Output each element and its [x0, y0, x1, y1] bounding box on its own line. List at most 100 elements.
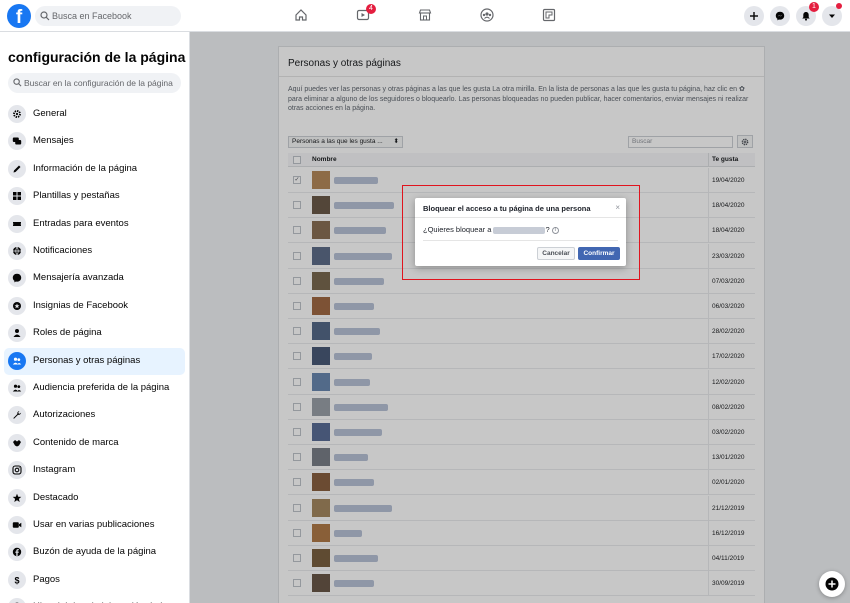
instagram-icon — [8, 461, 26, 480]
sidebar-item-label: Roles de página — [33, 327, 102, 339]
sidebar-item-label: Mensajes — [33, 135, 74, 147]
sidebar-item-historial-de-administracion-de-la[interactable]: Historial de administración de la — [4, 594, 185, 603]
nav-marketplace[interactable] — [405, 5, 445, 27]
sidebar-item-label: Información de la página — [33, 162, 138, 174]
sidebar-item-entradas-para-eventos[interactable]: Entradas para eventos — [4, 211, 185, 238]
settings-search-input[interactable]: Buscar en la configuración de la página — [8, 73, 181, 93]
notifications-button[interactable]: 1 — [796, 2, 819, 26]
sidebar-item-label: Audiencia preferida de la página — [33, 382, 170, 393]
people-icon — [8, 351, 26, 370]
search-icon — [13, 78, 22, 87]
new-message-button[interactable] — [819, 571, 845, 597]
sidebar-item-mensajes[interactable]: Mensajes — [4, 128, 185, 155]
sidebar-item-usar-en-varias-publicaciones[interactable]: Usar en varias publicaciones — [4, 512, 185, 539]
close-icon[interactable]: × — [615, 203, 620, 212]
block-person-dialog: Bloquear el acceso a tu página de una pe… — [415, 198, 626, 266]
sidebar-item-label: Contenido de marca — [33, 436, 119, 448]
sidebar-item-audiencia-preferida-de-la-pagina[interactable]: Audiencia preferida de la página — [4, 375, 185, 402]
sidebar-item-autorizaciones[interactable]: Autorizaciones — [4, 402, 185, 429]
badge-icon — [8, 296, 26, 315]
sidebar-item-personas-y-otras-paginas[interactable]: Personas y otras páginas — [4, 347, 185, 375]
caret-down-icon — [829, 14, 835, 18]
handshake-icon — [8, 433, 26, 452]
facebook-icon — [8, 543, 26, 562]
home-icon — [295, 9, 307, 21]
dialog-question-suffix: ? — [545, 225, 550, 234]
sidebar-item-label: Instagram — [33, 464, 76, 476]
sidebar-item-label: Autorizaciones — [33, 409, 96, 421]
sidebar-item-instagram[interactable]: Instagram — [4, 457, 185, 484]
star-icon — [8, 488, 26, 507]
nav-groups[interactable] — [467, 5, 507, 27]
plus-icon — [750, 12, 758, 20]
compose-plus-icon — [825, 577, 839, 591]
dialog-question: ¿Quieres bloquear a ? i — [423, 225, 559, 234]
messenger-icon — [8, 269, 26, 288]
sidebar-item-buzon-de-ayuda-de-la-pagina[interactable]: Buzón de ayuda de la página — [4, 539, 185, 566]
top-navigation-bar: f Busca en Facebook 4 1 — [0, 0, 850, 32]
sidebar-item-contenido-de-marca[interactable]: Contenido de marca — [4, 430, 185, 457]
grid-icon — [8, 187, 26, 206]
sidebar-item-label: Insignias de Facebook — [33, 299, 129, 311]
nav-gaming[interactable] — [529, 5, 569, 27]
messenger-icon — [775, 11, 785, 21]
search-icon — [40, 11, 50, 21]
sidebar-item-mensajeria-avanzada[interactable]: Mensajería avanzada — [4, 265, 185, 292]
sidebar-item-general[interactable]: General — [4, 101, 185, 128]
dialog-footer-divider — [423, 240, 618, 241]
nav-home[interactable] — [281, 5, 321, 27]
person-icon — [8, 324, 26, 343]
svg-text:$: $ — [14, 575, 19, 585]
sidebar-item-informacion-de-la-pagina[interactable]: Información de la página — [4, 156, 185, 183]
groups-icon — [480, 8, 494, 22]
sidebar-item-notificaciones[interactable]: Notificaciones — [4, 238, 185, 265]
sidebar-item-roles-de-pagina[interactable]: Roles de página — [4, 320, 185, 347]
sidebar-item-label: Notificaciones — [33, 245, 93, 256]
facebook-logo[interactable]: f — [7, 4, 31, 28]
marketplace-icon — [418, 9, 432, 21]
bell-icon — [802, 12, 810, 21]
dialog-question-prefix: ¿Quieres bloquear a — [423, 225, 492, 234]
facebook-search-input[interactable]: Busca en Facebook — [35, 6, 181, 26]
sidebar-item-label: Destacado — [33, 491, 79, 503]
blurred-person-name — [493, 226, 546, 234]
sidebar-item-destacado[interactable]: Destacado — [4, 485, 185, 512]
nav-watch[interactable]: 4 — [343, 4, 383, 27]
sidebar-item-plantillas-y-pestanas[interactable]: Plantillas y pestañas — [4, 183, 185, 210]
account-dot — [836, 3, 842, 9]
search-placeholder: Busca en Facebook — [52, 11, 132, 21]
gaming-icon — [542, 8, 556, 22]
create-button[interactable] — [744, 6, 764, 26]
account-menu-button[interactable] — [822, 3, 842, 26]
watch-badge: 4 — [366, 4, 376, 14]
sidebar-item-label: Pagos — [33, 573, 60, 585]
globe-icon — [8, 242, 26, 260]
dialog-title: Bloquear el acceso a tu página de una pe… — [423, 204, 591, 213]
sidebar-item-label: Mensajería avanzada — [33, 272, 124, 284]
audience-icon — [8, 379, 26, 397]
sidebar-item-label: General — [33, 108, 67, 119]
dollar-icon: $ — [8, 570, 26, 589]
sidebar-item-pagos[interactable]: $ Pagos — [4, 567, 185, 594]
account-controls: 1 — [744, 2, 844, 26]
video-icon — [8, 516, 26, 534]
ticket-icon — [8, 214, 26, 233]
notifications-badge: 1 — [809, 2, 819, 12]
messenger-button[interactable] — [770, 6, 790, 26]
sidebar-item-label: Personas y otras páginas — [33, 354, 141, 366]
info-icon[interactable]: i — [551, 226, 559, 234]
sidebar-item-label: Plantillas y pestañas — [33, 190, 120, 202]
messages-icon — [8, 132, 26, 151]
pencil-icon — [8, 159, 26, 178]
sidebar-item-label: Entradas para eventos — [33, 217, 129, 229]
modal-overlay — [190, 32, 850, 603]
sidebar-item-insignias-de-facebook[interactable]: Insignias de Facebook — [4, 293, 185, 320]
sidebar-title: configuración de la página — [8, 49, 186, 65]
gear-icon — [8, 105, 26, 123]
history-icon — [8, 598, 26, 603]
confirm-button[interactable]: Confirmar — [578, 247, 620, 260]
dialog-divider — [415, 217, 626, 218]
sidebar-item-label: Buzón de ayuda de la página — [33, 546, 157, 558]
wrench-icon — [8, 406, 26, 425]
cancel-button[interactable]: Cancelar — [537, 247, 575, 260]
